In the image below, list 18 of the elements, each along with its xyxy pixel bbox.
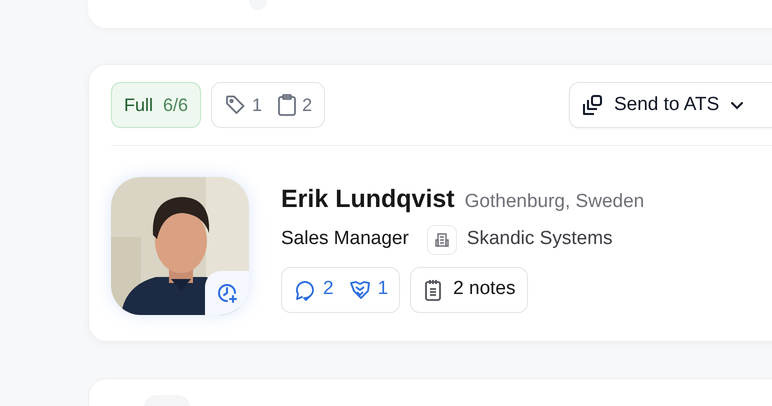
send-to-ats-button[interactable]: Send to ATS xyxy=(569,82,772,128)
message-count: 2 xyxy=(323,277,334,302)
notes-chip[interactable]: 2 notes xyxy=(410,266,528,312)
activity-chip[interactable]: 2 1 xyxy=(281,266,400,312)
copy-icon xyxy=(582,94,604,116)
building-icon xyxy=(426,224,457,254)
clock-plus-icon xyxy=(215,281,239,305)
candidate-location: Gothenburg, Sweden xyxy=(464,190,644,214)
notepad-icon xyxy=(423,278,444,302)
clipboard-count: 2 xyxy=(302,94,312,116)
tag-count: 1 xyxy=(252,94,262,116)
company-name: Skandic Systems xyxy=(466,227,613,252)
clipboard-icon xyxy=(276,93,298,117)
handshake-count: 1 xyxy=(378,277,388,302)
schedule-badge[interactable] xyxy=(205,271,249,315)
job-title: Sales Manager xyxy=(281,227,409,252)
candidate-name: Erik Lundqvist xyxy=(281,184,455,215)
completeness-badge: Full 6/6 xyxy=(111,82,202,128)
